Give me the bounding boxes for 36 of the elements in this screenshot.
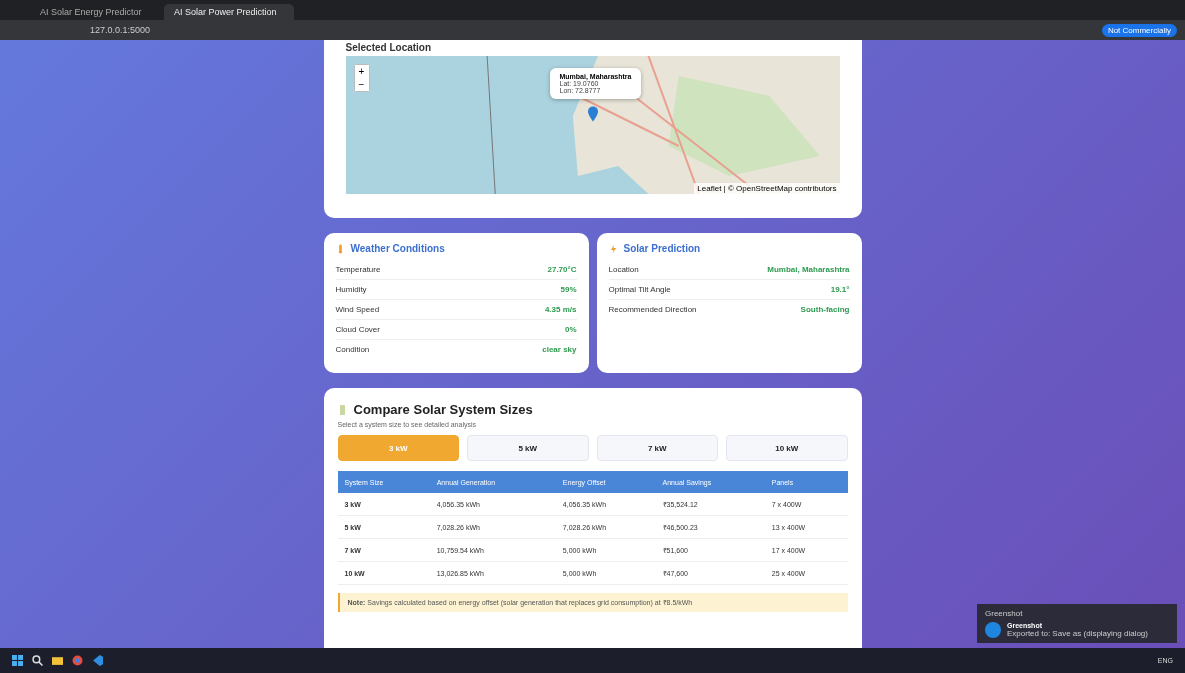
- info-value: South-facing: [800, 305, 850, 314]
- info-value: 0%: [564, 325, 577, 334]
- card-title: Solar Prediction: [623, 243, 701, 254]
- folder-icon[interactable]: [52, 655, 63, 666]
- map-attribution: Leaflet | © OpenStreetMap contributors: [694, 183, 840, 194]
- profile-button[interactable]: Not Commercially: [1101, 23, 1177, 37]
- info-label: Temperature: [335, 265, 381, 274]
- browser-icon[interactable]: [72, 655, 83, 666]
- info-value: 4.35 m/s: [544, 305, 577, 314]
- info-value: 19.1°: [830, 285, 850, 294]
- info-label: Location: [608, 265, 639, 274]
- browser-tab[interactable]: AI Solar Power Prediction: [164, 4, 294, 20]
- notification-app-name: Greenshot: [985, 609, 1024, 618]
- info-value: 27.70°C: [547, 265, 577, 274]
- card-title: Selected Location: [345, 42, 433, 53]
- card-title: Compare Solar System Sizes: [353, 402, 533, 417]
- info-label: Wind Speed: [335, 305, 380, 314]
- card-title: Weather Conditions: [350, 243, 445, 254]
- browser-tab[interactable]: AI Solar Energy Predictor: [30, 4, 160, 20]
- map-marker-icon[interactable]: [587, 106, 598, 122]
- info-value: clear sky: [542, 345, 577, 354]
- info-label: Optimal Tilt Angle: [608, 285, 671, 294]
- size-option-button[interactable]: 7 kW: [596, 435, 718, 461]
- notification-message: Exported to: Save as (displaying dialog): [1007, 629, 1148, 638]
- info-label: Condition: [335, 345, 370, 354]
- windows-start-icon[interactable]: [12, 655, 23, 666]
- size-option-button[interactable]: 10 kW: [726, 435, 848, 461]
- info-value: 59%: [560, 285, 577, 294]
- info-value: Mumbai, Maharashtra: [767, 265, 850, 274]
- address-bar[interactable]: 127.0.0.1:5000: [90, 25, 151, 35]
- info-label: Cloud Cover: [335, 325, 380, 334]
- lightning-icon: [608, 243, 618, 254]
- search-icon[interactable]: [32, 655, 43, 666]
- info-label: Recommended Direction: [608, 305, 697, 314]
- info-label: Humidity: [335, 285, 367, 294]
- size-option-button[interactable]: 5 kW: [467, 435, 589, 461]
